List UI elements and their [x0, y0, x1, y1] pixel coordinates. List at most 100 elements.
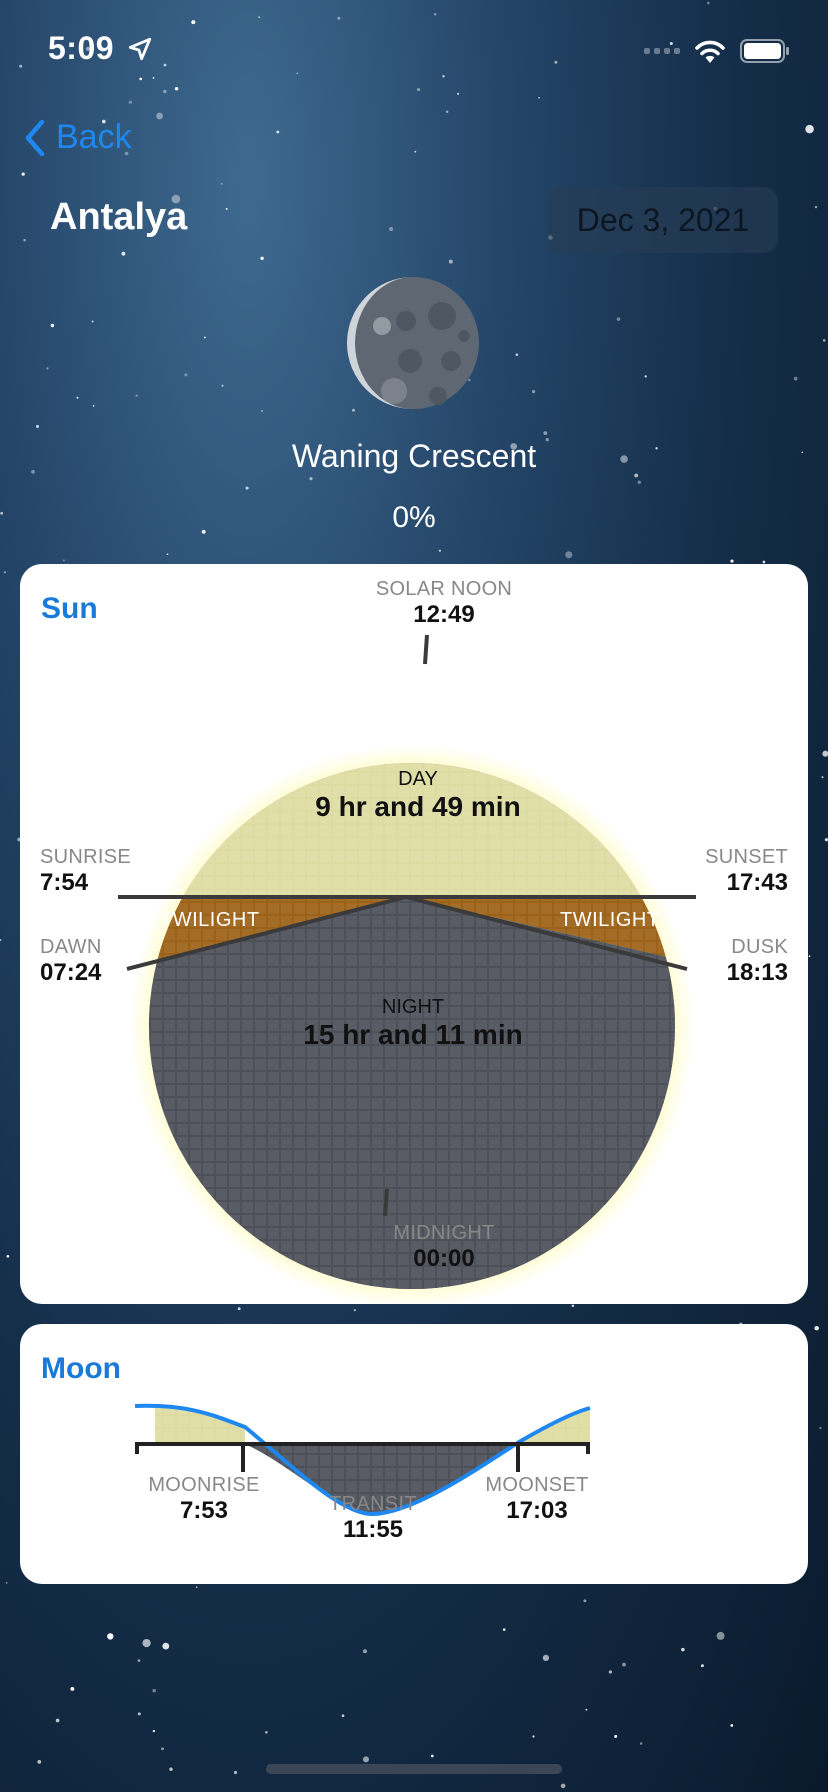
- sun-diagram: [118, 634, 696, 1304]
- star: [70, 1686, 75, 1691]
- star: [822, 339, 826, 342]
- star: [128, 100, 133, 104]
- wifi-icon: [695, 40, 725, 63]
- star: [184, 373, 188, 377]
- star: [805, 124, 814, 134]
- star: [445, 110, 449, 114]
- solar-noon-tick: [423, 634, 429, 665]
- solar-noon-marker: SOLAR NOON 12:49: [294, 578, 594, 629]
- star: [793, 376, 798, 381]
- star: [353, 1309, 356, 1312]
- star: [166, 553, 169, 556]
- dawn-marker: DAWN 07:24: [40, 936, 102, 987]
- star: [139, 77, 143, 81]
- star: [91, 320, 94, 323]
- star: [6, 1254, 10, 1258]
- star: [55, 1718, 60, 1723]
- date-picker-button[interactable]: Dec 3, 2021: [548, 187, 778, 253]
- star: [614, 1734, 618, 1738]
- day-duration: 9 hr and 49 min: [315, 791, 521, 822]
- dusk-marker: DUSK 18:13: [727, 936, 788, 987]
- twilight-label-left: TWILIGHT: [160, 909, 260, 931]
- star: [233, 1770, 238, 1775]
- star: [622, 1662, 626, 1667]
- star: [260, 256, 264, 260]
- star: [538, 96, 540, 99]
- star: [142, 1638, 151, 1648]
- star: [341, 1714, 345, 1718]
- star: [414, 150, 417, 153]
- midnight-marker: MIDNIGHT 00:00: [294, 1222, 594, 1273]
- home-indicator[interactable]: [266, 1764, 562, 1774]
- star: [163, 63, 167, 67]
- star: [438, 549, 442, 552]
- star: [583, 1599, 587, 1603]
- sun-card: Sun SOLAR NOON 12:49 SUNRISE 7:54 SUNSET…: [20, 564, 808, 1304]
- star: [220, 182, 223, 185]
- battery-icon: [740, 39, 789, 63]
- star: [389, 227, 394, 231]
- star: [137, 1712, 141, 1716]
- star: [36, 424, 39, 428]
- moon-phase-icon: [347, 277, 479, 409]
- star: [161, 1747, 164, 1751]
- dawn-time: 07:24: [40, 959, 102, 986]
- moonset-label: MOONSET: [485, 1474, 589, 1496]
- star: [730, 559, 734, 563]
- star: [543, 431, 548, 435]
- star: [152, 1729, 156, 1733]
- star: [135, 394, 138, 397]
- star: [700, 1664, 704, 1668]
- star: [416, 88, 421, 92]
- star: [174, 87, 179, 91]
- status-indicators: [644, 36, 790, 66]
- moon-phase-name: Waning Crescent: [291, 438, 537, 474]
- star: [560, 1783, 566, 1789]
- star: [762, 560, 766, 564]
- star: [107, 1633, 114, 1640]
- star: [121, 251, 126, 256]
- star: [19, 64, 23, 68]
- star: [221, 384, 224, 387]
- star: [195, 1586, 198, 1589]
- date-label: Dec 3, 2021: [576, 201, 750, 238]
- star: [585, 1708, 588, 1711]
- star: [808, 955, 811, 958]
- star: [608, 1670, 612, 1674]
- sunset-marker: SUNSET 17:43: [705, 846, 788, 897]
- star: [821, 776, 824, 779]
- star: [442, 74, 445, 78]
- night-label: NIGHT: [381, 996, 445, 1018]
- star: [162, 1642, 170, 1650]
- solar-noon-time: 12:49: [413, 601, 475, 628]
- sunrise-time: 7:54: [40, 869, 89, 896]
- back-button[interactable]: Back: [24, 118, 132, 157]
- star: [296, 72, 299, 75]
- star: [163, 89, 167, 94]
- moonset-time: 17:03: [506, 1497, 568, 1524]
- star: [430, 1754, 434, 1758]
- star: [502, 1628, 506, 1631]
- star: [152, 1688, 156, 1693]
- star: [92, 405, 95, 407]
- star: [261, 409, 263, 412]
- star: [819, 1426, 822, 1430]
- star: [37, 1760, 42, 1764]
- star: [532, 390, 536, 394]
- solar-noon-label: SOLAR NOON: [375, 578, 513, 600]
- dusk-label: DUSK: [731, 936, 788, 958]
- dawn-label: DAWN: [40, 936, 102, 958]
- star: [363, 1649, 367, 1654]
- star: [681, 1647, 685, 1652]
- moon-path-diagram: [134, 1403, 591, 1517]
- star: [265, 1731, 268, 1734]
- midnight-time: 00:00: [413, 1245, 475, 1272]
- star: [191, 20, 196, 25]
- star: [456, 92, 460, 95]
- star: [203, 336, 206, 339]
- star: [152, 76, 155, 79]
- star: [76, 396, 79, 399]
- star: [532, 1735, 535, 1738]
- star: [23, 238, 26, 242]
- star: [46, 367, 49, 370]
